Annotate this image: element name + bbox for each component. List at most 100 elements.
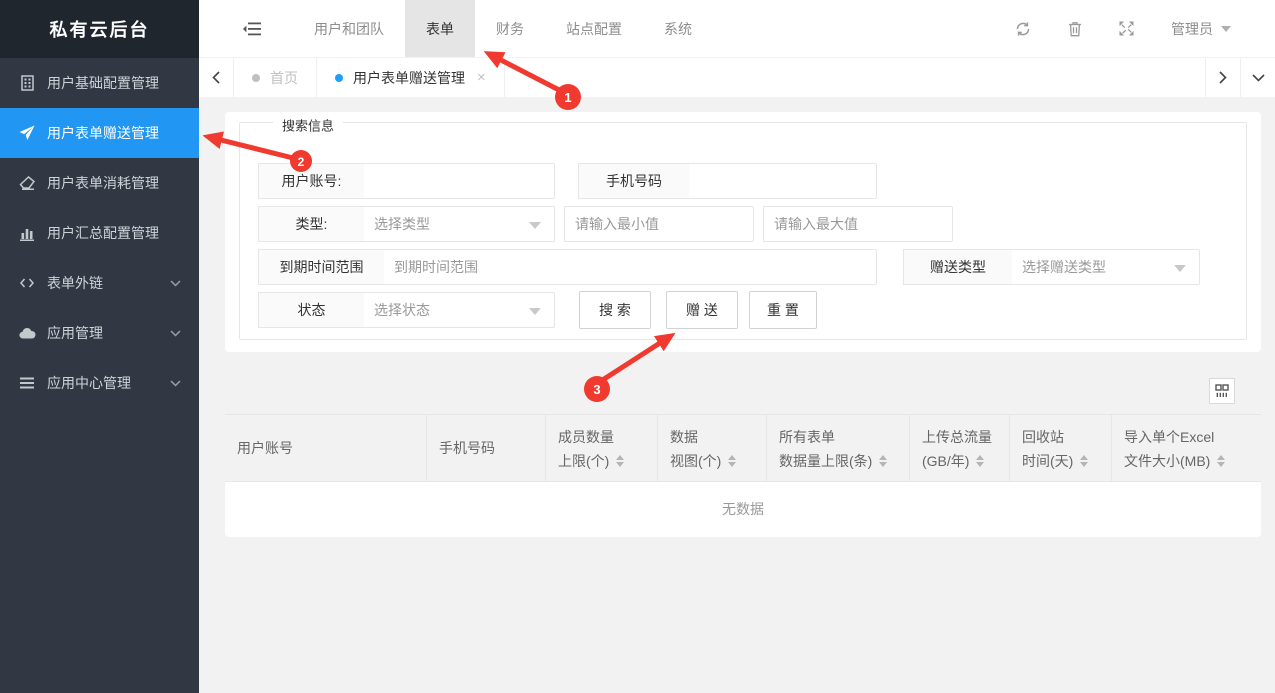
app-logo: 私有云后台 xyxy=(0,0,199,58)
sidebar-item-user-form-consume[interactable]: 用户表单消耗管理 xyxy=(0,158,199,208)
tab-home-label: 首页 xyxy=(270,68,298,88)
top-tab-label: 用户和团队 xyxy=(314,19,384,39)
sort-icon[interactable] xyxy=(728,455,736,467)
col-title: 所有表单 xyxy=(779,425,905,449)
cloud-icon xyxy=(18,324,36,342)
top-tab-label: 站点配置 xyxy=(566,19,622,39)
col-title: 用户账号 xyxy=(237,436,293,460)
sidebar-item-user-summary-config[interactable]: 用户汇总配置管理 xyxy=(0,208,199,258)
phone-input[interactable] xyxy=(689,163,877,199)
top-tab-site-config[interactable]: 站点配置 xyxy=(545,0,643,57)
bar-chart-icon xyxy=(18,224,36,242)
top-header: 用户和团队 表单 财务 站点配置 系统 管理员 xyxy=(199,0,1275,58)
send-icon xyxy=(18,124,36,142)
sort-icon[interactable] xyxy=(879,455,887,467)
top-tab-finance[interactable]: 财务 xyxy=(475,0,545,57)
type-label: 类型: xyxy=(258,206,365,242)
fullscreen-icon[interactable] xyxy=(1119,21,1134,36)
type-select-value: 选择类型 xyxy=(374,214,430,234)
account-input[interactable] xyxy=(364,163,555,199)
building-icon xyxy=(18,74,36,92)
type-select[interactable]: 选择类型 xyxy=(364,206,555,242)
col-header-excel-size: 导入单个Excel 文件大小(MB) xyxy=(1112,415,1261,481)
column-settings-button[interactable] xyxy=(1209,378,1235,404)
col-title: 成员数量 xyxy=(558,425,653,449)
col-header-form-data-limit: 所有表单 数据量上限(条) xyxy=(767,415,910,481)
chevron-down-icon xyxy=(170,280,181,287)
table-empty-row: 无数据 xyxy=(225,482,1261,536)
col-subtitle: (GB/年) xyxy=(922,449,969,473)
gift-type-select[interactable]: 选择赠送类型 xyxy=(1012,249,1200,285)
result-table-panel: 用户账号 手机号码 成员数量 上限(个) 数据 视图(个) 所有表单 数据量上限… xyxy=(225,368,1261,537)
caret-down-icon xyxy=(1221,26,1231,32)
col-subtitle: 数据量上限(条) xyxy=(779,449,872,473)
sort-icon[interactable] xyxy=(1080,455,1088,467)
sidebar-item-user-base-config[interactable]: 用户基础配置管理 xyxy=(0,58,199,108)
col-title: 手机号码 xyxy=(439,436,495,460)
tab-user-form-gift[interactable]: 用户表单赠送管理 × xyxy=(317,58,505,97)
user-menu[interactable]: 管理员 xyxy=(1171,19,1231,39)
sidebar-item-app-management[interactable]: 应用管理 xyxy=(0,308,199,358)
sort-icon[interactable] xyxy=(616,455,624,467)
top-tab-label: 系统 xyxy=(664,19,692,39)
expire-range-input[interactable] xyxy=(384,249,877,285)
top-tab-system[interactable]: 系统 xyxy=(643,0,713,57)
tabs-scroll-left-icon[interactable] xyxy=(199,58,234,97)
col-header-account: 用户账号 xyxy=(225,415,427,481)
expire-range-label: 到期时间范围 xyxy=(258,249,385,285)
topbar-actions: 管理员 xyxy=(1015,0,1231,57)
gift-type-select-value: 选择赠送类型 xyxy=(1022,257,1106,277)
max-value-input[interactable] xyxy=(763,206,953,242)
caret-down-icon xyxy=(529,222,541,229)
sidebar-item-user-form-gift[interactable]: 用户表单赠送管理 xyxy=(0,108,199,158)
col-subtitle: 时间(天) xyxy=(1022,449,1073,473)
tabs-menu-icon[interactable] xyxy=(1240,58,1275,97)
top-tab-forms[interactable]: 表单 xyxy=(405,0,475,57)
page-tab-strip: 首页 用户表单赠送管理 × xyxy=(199,58,1275,97)
tab-home[interactable]: 首页 xyxy=(234,58,317,97)
account-label: 用户账号: xyxy=(258,163,365,199)
reset-button[interactable]: 重 置 xyxy=(749,291,817,329)
eraser-icon xyxy=(18,174,36,192)
col-title: 上传总流量 xyxy=(922,425,1005,449)
min-value-input[interactable] xyxy=(564,206,754,242)
col-header-member-limit: 成员数量 上限(个) xyxy=(546,415,658,481)
search-button[interactable]: 搜 索 xyxy=(579,291,651,329)
gift-button[interactable]: 赠 送 xyxy=(666,291,738,329)
collapse-sidebar-icon[interactable] xyxy=(243,0,261,57)
sidebar-item-label: 用户表单消耗管理 xyxy=(47,173,159,193)
refresh-icon[interactable] xyxy=(1015,21,1031,37)
sidebar-item-label: 应用管理 xyxy=(47,323,103,343)
col-header-data-views: 数据 视图(个) xyxy=(658,415,767,481)
close-tab-icon[interactable]: × xyxy=(477,70,486,85)
top-nav-tabs: 用户和团队 表单 财务 站点配置 系统 xyxy=(293,0,713,57)
tab-status-dot xyxy=(252,74,260,82)
col-subtitle: 视图(个) xyxy=(670,449,721,473)
gift-type-label: 赠送类型 xyxy=(903,249,1013,285)
tab-status-dot xyxy=(335,74,343,82)
top-tab-users-teams[interactable]: 用户和团队 xyxy=(293,0,405,57)
col-header-recycle-time: 回收站 时间(天) xyxy=(1010,415,1112,481)
status-select[interactable]: 选择状态 xyxy=(364,292,555,328)
status-label: 状态 xyxy=(258,292,365,328)
table-header-row: 用户账号 手机号码 成员数量 上限(个) 数据 视图(个) 所有表单 数据量上限… xyxy=(225,415,1261,482)
search-legend: 搜索信息 xyxy=(273,116,343,135)
tab-user-form-gift-label: 用户表单赠送管理 xyxy=(353,68,465,88)
sort-icon[interactable] xyxy=(1217,455,1225,467)
tabs-scroll-right-icon[interactable] xyxy=(1205,58,1240,97)
col-header-upload-traffic: 上传总流量 (GB/年) xyxy=(910,415,1010,481)
sort-icon[interactable] xyxy=(976,455,984,467)
col-subtitle: 文件大小(MB) xyxy=(1124,449,1210,473)
sidebar-item-app-center-management[interactable]: 应用中心管理 xyxy=(0,358,199,408)
user-menu-label: 管理员 xyxy=(1171,19,1213,39)
sidebar-item-label: 用户表单赠送管理 xyxy=(47,123,159,143)
col-title: 回收站 xyxy=(1022,425,1107,449)
sidebar-item-form-external-link[interactable]: 表单外链 xyxy=(0,258,199,308)
sidebar: 私有云后台 用户基础配置管理 用户表单赠送管理 用户表单消耗管理 用户汇总配置管… xyxy=(0,0,199,693)
link-icon xyxy=(18,274,36,292)
caret-down-icon xyxy=(529,308,541,315)
menu-icon xyxy=(18,374,36,392)
trash-icon[interactable] xyxy=(1068,21,1082,37)
tab-strip-spacer xyxy=(505,58,1205,97)
chevron-down-icon xyxy=(170,380,181,387)
